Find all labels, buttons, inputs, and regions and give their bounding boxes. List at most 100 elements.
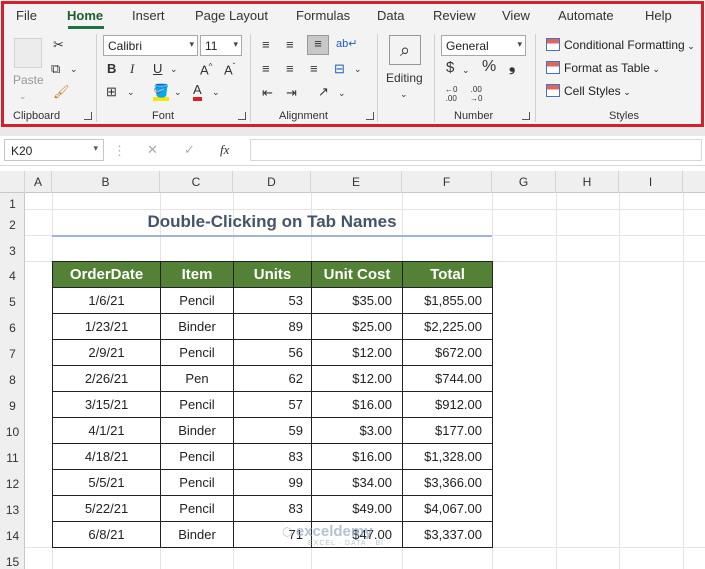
cell-styles-button[interactable]: Cell Styles ⌄ [546, 84, 631, 98]
table-cell[interactable]: 4/1/21 [52, 417, 161, 444]
table-cell[interactable]: 83 [233, 495, 312, 522]
column-header[interactable]: D [233, 171, 311, 193]
table-cell[interactable]: $3,366.00 [402, 469, 493, 496]
table-cell[interactable]: 2/9/21 [52, 339, 161, 366]
currency-icon[interactable]: $ [446, 60, 454, 76]
table-cell[interactable]: Pencil [160, 287, 234, 314]
column-header[interactable]: E [311, 171, 402, 193]
table-cell[interactable]: 62 [233, 365, 312, 392]
table-cell[interactable]: $1,328.00 [402, 443, 493, 470]
row-header[interactable]: 13 [0, 503, 25, 517]
decrease-font-icon[interactable]: Aˇ [224, 59, 235, 78]
font-color-dropdown-icon[interactable]: ⌄ [212, 84, 220, 100]
paste-dropdown-icon[interactable]: ⌄ [19, 88, 27, 104]
name-box[interactable]: K20 ▾ [4, 139, 104, 161]
conditional-formatting-button[interactable]: Conditional Formatting ⌄ [546, 38, 695, 52]
underline-icon[interactable]: U [153, 61, 162, 77]
align-bottom-icon[interactable]: ≡ [307, 35, 329, 55]
table-cell[interactable]: $2,225.00 [402, 313, 493, 340]
table-cell[interactable]: $25.00 [311, 313, 403, 340]
formula-input[interactable] [250, 139, 702, 161]
tab-review[interactable]: Review [433, 8, 476, 23]
table-cell[interactable]: 2/26/21 [52, 365, 161, 392]
table-cell[interactable]: Binder [160, 417, 234, 444]
format-painter-icon[interactable]: 🖌 [53, 84, 70, 100]
row-header[interactable]: 10 [0, 425, 25, 439]
table-cell[interactable]: 1/6/21 [52, 287, 161, 314]
font-color-icon[interactable]: A [193, 83, 202, 101]
row-header[interactable]: 5 [0, 295, 25, 309]
table-cell[interactable]: $672.00 [402, 339, 493, 366]
table-cell[interactable]: $12.00 [311, 339, 403, 366]
table-cell[interactable]: 3/15/21 [52, 391, 161, 418]
alignment-launcher-icon[interactable] [366, 112, 374, 120]
copy-dropdown-icon[interactable]: ⌄ [70, 61, 78, 77]
merge-center-icon[interactable]: ⊟ [334, 61, 345, 77]
table-cell[interactable]: $912.00 [402, 391, 493, 418]
table-cell[interactable]: 4/18/21 [52, 443, 161, 470]
font-name-select[interactable]: Calibri ▾ [103, 35, 198, 56]
table-cell[interactable]: $12.00 [311, 365, 403, 392]
tab-file[interactable]: File [16, 8, 37, 23]
align-top-icon[interactable]: ≡ [262, 37, 270, 53]
table-header-cell[interactable]: OrderDate [52, 261, 161, 288]
sheet-title[interactable]: Double-Clicking on Tab Names [52, 212, 492, 232]
paste-icon[interactable] [14, 38, 42, 68]
insert-function-icon[interactable]: fx [220, 142, 229, 158]
row-header[interactable]: 4 [0, 269, 25, 283]
search-icon[interactable]: ⌕ [389, 35, 421, 65]
bold-icon[interactable]: B [107, 61, 116, 77]
table-cell[interactable]: 5/5/21 [52, 469, 161, 496]
row-header[interactable]: 2 [0, 218, 25, 232]
align-right-icon[interactable]: ≡ [310, 61, 318, 77]
table-header-cell[interactable]: Units [233, 261, 312, 288]
table-cell[interactable]: Binder [160, 313, 234, 340]
column-header[interactable]: G [492, 171, 556, 193]
column-header[interactable]: C [160, 171, 233, 193]
copy-icon[interactable]: ⧉ [51, 61, 60, 77]
align-left-icon[interactable]: ≡ [262, 61, 270, 77]
column-header[interactable]: B [52, 171, 160, 193]
align-center-icon[interactable]: ≡ [286, 61, 294, 77]
table-cell[interactable]: $34.00 [311, 469, 403, 496]
row-header[interactable]: 6 [0, 321, 25, 335]
table-cell[interactable]: Pencil [160, 495, 234, 522]
table-cell[interactable]: 53 [233, 287, 312, 314]
decrease-indent-icon[interactable]: ⇤ [262, 85, 273, 101]
enter-icon[interactable]: ✓ [184, 142, 195, 158]
number-launcher-icon[interactable] [522, 112, 530, 120]
increase-font-icon[interactable]: A^ [200, 59, 212, 78]
borders-icon[interactable]: ⊞ [106, 84, 117, 100]
table-cell[interactable]: Pencil [160, 469, 234, 496]
row-header[interactable]: 14 [0, 529, 25, 543]
table-cell[interactable]: 83 [233, 443, 312, 470]
font-launcher-icon[interactable] [238, 112, 246, 120]
table-cell[interactable]: $744.00 [402, 365, 493, 392]
table-cell[interactable]: $1,855.00 [402, 287, 493, 314]
table-cell[interactable]: 56 [233, 339, 312, 366]
decrease-decimal-icon[interactable]: .00 →0 [470, 85, 482, 103]
format-as-table-button[interactable]: Format as Table ⌄ [546, 61, 660, 75]
row-header[interactable]: 12 [0, 477, 25, 491]
column-header[interactable]: H [556, 171, 619, 193]
font-size-select[interactable]: 11 ▾ [200, 35, 242, 56]
align-middle-icon[interactable]: ≡ [286, 37, 294, 53]
table-header-cell[interactable]: Unit Cost [311, 261, 403, 288]
tab-formulas[interactable]: Formulas [296, 8, 350, 23]
paste-button-label[interactable]: Paste [13, 72, 44, 88]
table-cell[interactable]: 89 [233, 313, 312, 340]
table-cell[interactable]: 99 [233, 469, 312, 496]
fill-color-icon[interactable]: 🪣 [153, 84, 170, 101]
cut-icon[interactable]: ✂ [53, 37, 64, 53]
select-all-corner[interactable] [0, 171, 25, 193]
table-cell[interactable]: Pen [160, 365, 234, 392]
tab-automate[interactable]: Automate [558, 8, 614, 23]
tab-view[interactable]: View [502, 8, 530, 23]
table-cell[interactable]: Pencil [160, 391, 234, 418]
row-header[interactable]: 1 [0, 197, 25, 211]
table-cell[interactable]: $4,067.00 [402, 495, 493, 522]
table-cell[interactable]: $49.00 [311, 495, 403, 522]
column-header[interactable]: I [619, 171, 683, 193]
table-cell[interactable]: $16.00 [311, 391, 403, 418]
table-cell[interactable]: $177.00 [402, 417, 493, 444]
